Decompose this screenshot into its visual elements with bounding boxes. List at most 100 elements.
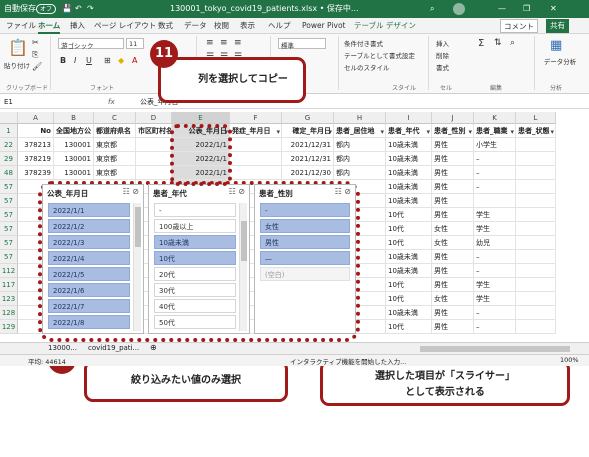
table-cell[interactable]: 10歳未満	[386, 180, 432, 194]
horizontal-scrollbar[interactable]	[420, 346, 570, 352]
search-icon[interactable]: ⌕	[430, 0, 434, 18]
table-cell[interactable]: 10歳未満	[386, 264, 432, 278]
tab-page-layout[interactable]: ページ レイアウト	[94, 18, 156, 34]
slicer-item[interactable]: -	[260, 203, 350, 217]
table-format-button[interactable]: テーブルとして書式設定	[344, 50, 415, 60]
scrollbar-thumb[interactable]	[241, 221, 247, 261]
table-cell[interactable]: 女性	[432, 236, 474, 250]
table-cell[interactable]: 男性	[432, 320, 474, 334]
table-cell[interactable]: 10代	[386, 292, 432, 306]
clear-filter-icon[interactable]: ⊘	[132, 187, 139, 196]
column-header-h[interactable]: H	[334, 112, 386, 124]
table-cell[interactable]	[136, 152, 172, 166]
copy-icon[interactable]: ⎘	[32, 50, 38, 60]
align-top-icon[interactable]: ≡	[206, 38, 214, 48]
slicer-item[interactable]: 男性	[260, 235, 350, 249]
table-cell[interactable]: 130001	[54, 166, 94, 180]
table-cell[interactable]: 10歳未満	[386, 306, 432, 320]
table-cell[interactable]: 10代	[386, 320, 432, 334]
format-painter-icon[interactable]: 🖌	[32, 62, 42, 71]
column-header-g[interactable]: G	[282, 112, 334, 124]
table-cell[interactable]	[136, 138, 172, 152]
table-cell[interactable]: 学生	[474, 208, 516, 222]
column-header-d[interactable]: D	[136, 112, 172, 124]
table-cell[interactable]: 10歳未満	[386, 152, 432, 166]
slicer-item[interactable]: 100歳以上	[154, 219, 236, 233]
tab-formulas[interactable]: 数式	[158, 18, 173, 34]
autosave-toggle[interactable]: オフ	[36, 4, 57, 14]
table-header-cell[interactable]: 患者_職業 ▾	[474, 124, 516, 138]
slicer-item[interactable]: 30代	[154, 283, 236, 297]
column-header-b[interactable]: B	[54, 112, 94, 124]
paste-button[interactable]: 貼り付け	[4, 60, 30, 70]
row-header[interactable]: 129	[0, 320, 18, 334]
table-cell[interactable]: 男性	[432, 138, 474, 152]
table-cell[interactable]: 男性	[432, 194, 474, 208]
column-header-f[interactable]: F	[230, 112, 282, 124]
table-cell[interactable]: 10歳未満	[386, 250, 432, 264]
filter-dropdown-icon[interactable]: ▾	[426, 125, 430, 137]
table-cell[interactable]: 小学生	[474, 138, 516, 152]
scrollbar-thumb[interactable]	[135, 207, 141, 247]
multi-select-icon[interactable]: ☷	[229, 187, 236, 196]
font-name-select[interactable]: 游ゴシック	[58, 38, 124, 50]
analyze-data-icon[interactable]: ▦	[550, 38, 562, 53]
tab-data[interactable]: データ	[184, 18, 207, 34]
column-header-c[interactable]: C	[94, 112, 136, 124]
table-header-cell[interactable]: 確定_年月日 ▾	[282, 124, 334, 138]
clear-filter-icon[interactable]: ⊘	[238, 187, 245, 196]
row-header[interactable]: 112	[0, 264, 18, 278]
table-cell[interactable]: –	[474, 320, 516, 334]
slicer-item[interactable]: 女性	[260, 219, 350, 233]
bold-button[interactable]: B	[60, 56, 66, 65]
align-middle-icon[interactable]: ≡	[220, 38, 228, 48]
table-cell[interactable]	[516, 250, 556, 264]
table-cell[interactable]: 都内	[334, 152, 386, 166]
row-header[interactable]: 117	[0, 278, 18, 292]
clear-filter-icon[interactable]: ⊘	[344, 187, 351, 196]
table-cell[interactable]	[516, 222, 556, 236]
slicer-item[interactable]: 2022/1/1	[48, 203, 130, 217]
table-cell[interactable]	[516, 320, 556, 334]
tab-review[interactable]: 校閲	[214, 18, 229, 34]
restore-button[interactable]: ❐	[523, 0, 530, 18]
zoom-level[interactable]: 100%	[560, 356, 579, 364]
slicer-item[interactable]: 10代	[154, 251, 236, 265]
table-cell[interactable]: 男性	[432, 264, 474, 278]
filter-dropdown-icon[interactable]: ▾	[510, 125, 514, 137]
table-cell[interactable]	[230, 166, 282, 180]
table-cell[interactable]	[516, 166, 556, 180]
table-cell[interactable]: 女性	[432, 222, 474, 236]
tab-home[interactable]: ホーム	[38, 18, 61, 34]
table-cell[interactable]: 学生	[474, 292, 516, 306]
table-header-cell[interactable]: 患者_居住地 ▾	[334, 124, 386, 138]
slicer-item[interactable]: 2022/1/5	[48, 267, 130, 281]
table-header-cell[interactable]: 患者_状態 ▾	[516, 124, 556, 138]
sum-icon[interactable]: Σ	[478, 38, 484, 49]
number-format-select[interactable]: 標準	[278, 38, 326, 50]
sheet-tab-2[interactable]: covid19_pati...	[88, 344, 139, 352]
column-header-e[interactable]: E	[172, 112, 230, 124]
format-cells-button[interactable]: 書式	[436, 62, 449, 72]
row-header[interactable]: 57	[0, 208, 18, 222]
table-cell[interactable]: 10歳未満	[386, 194, 432, 208]
slicer-item[interactable]: -	[154, 203, 236, 217]
tab-view[interactable]: 表示	[240, 18, 255, 34]
table-cell[interactable]	[516, 180, 556, 194]
table-cell[interactable]: 10歳未満	[386, 138, 432, 152]
table-cell[interactable]: 2021/12/30	[282, 166, 334, 180]
avatar[interactable]	[453, 3, 465, 15]
table-cell[interactable]: 378213	[18, 138, 54, 152]
slicer-item[interactable]: 2022/1/2	[48, 219, 130, 233]
slicer-scrollbar[interactable]	[239, 203, 247, 331]
table-cell[interactable]: 幼児	[474, 236, 516, 250]
table-cell[interactable]: 2021/12/31	[282, 152, 334, 166]
tab-insert[interactable]: 挿入	[70, 18, 85, 34]
table-cell[interactable]: 10歳未満	[386, 166, 432, 180]
select-all-corner[interactable]	[0, 112, 18, 124]
table-cell[interactable]	[230, 138, 282, 152]
column-header-a[interactable]: A	[18, 112, 54, 124]
add-sheet-button[interactable]: ⊕	[150, 343, 157, 352]
slicer-item[interactable]: 2022/1/6	[48, 283, 130, 297]
filter-dropdown-icon[interactable]: ▾	[468, 125, 472, 137]
